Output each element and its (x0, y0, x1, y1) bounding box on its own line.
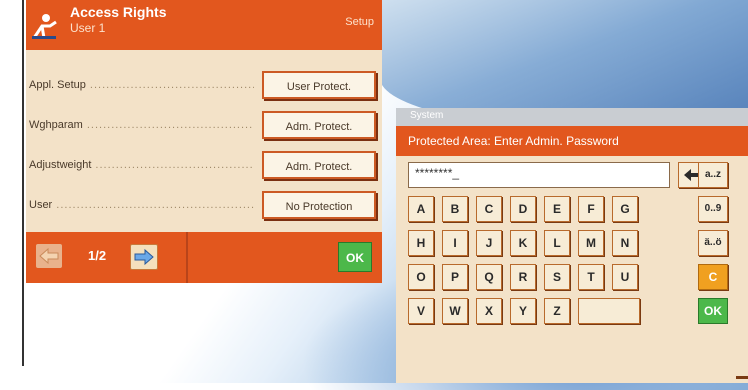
panel-footer: 1/2 OK (26, 232, 382, 283)
key-s[interactable]: S (544, 264, 570, 290)
key-v[interactable]: V (408, 298, 434, 324)
window-title-bar: System (396, 108, 748, 126)
key-q[interactable]: Q (476, 264, 502, 290)
key-b[interactable]: B (442, 196, 468, 222)
arrow-right-icon (134, 248, 154, 266)
access-rights-panel: Access Rights User 1 Setup Appl. Setup U… (26, 0, 382, 283)
panel-title: Access Rights (70, 4, 167, 20)
key-a[interactable]: A (408, 196, 434, 222)
key-j[interactable]: J (476, 230, 502, 256)
divider-line (22, 0, 24, 366)
protection-button[interactable]: User Protect. (262, 71, 376, 99)
clear-button[interactable]: C (698, 264, 728, 290)
key-r[interactable]: R (510, 264, 536, 290)
row-label: Adjustweight (29, 159, 254, 171)
numbers-key[interactable]: 0..9 (698, 196, 728, 222)
ok-button[interactable]: OK (338, 242, 372, 272)
key-c[interactable]: C (476, 196, 502, 222)
key-e[interactable]: E (544, 196, 570, 222)
page-indicator: 1/2 (88, 248, 107, 263)
protection-button[interactable]: Adm. Protect. (262, 151, 376, 179)
setup-label: Setup (345, 16, 374, 28)
window-title: System (410, 110, 444, 121)
space-key[interactable] (578, 298, 640, 324)
key-o[interactable]: O (408, 264, 434, 290)
key-z[interactable]: Z (544, 298, 570, 324)
key-m[interactable]: M (578, 230, 604, 256)
key-f[interactable]: F (578, 196, 604, 222)
list-item: Adjustweight Adm. Protect. (26, 146, 382, 186)
key-p[interactable]: P (442, 264, 468, 290)
key-i[interactable]: I (442, 230, 468, 256)
key-y[interactable]: Y (510, 298, 536, 324)
key-n[interactable]: N (612, 230, 638, 256)
previous-page-button[interactable] (36, 244, 62, 268)
list-item: Wghparam Adm. Protect. (26, 106, 382, 146)
protection-button[interactable]: No Protection (262, 191, 376, 219)
key-u[interactable]: U (612, 264, 638, 290)
key-l[interactable]: L (544, 230, 570, 256)
panel-subtitle: User 1 (70, 21, 106, 35)
list-item: User No Protection (26, 186, 382, 226)
access-rights-icon (30, 12, 60, 42)
key-d[interactable]: D (510, 196, 536, 222)
key-h[interactable]: H (408, 230, 434, 256)
list-item: Appl. Setup User Protect. (26, 66, 382, 106)
password-prompt: Protected Area: Enter Admin. Password (408, 134, 619, 148)
prompt-bar: Protected Area: Enter Admin. Password (396, 126, 748, 156)
protection-button[interactable]: Adm. Protect. (262, 111, 376, 139)
arrow-left-icon (39, 247, 59, 265)
lowercase-key[interactable]: a..z (698, 162, 728, 188)
key-x[interactable]: X (476, 298, 502, 324)
panel-header: Access Rights User 1 Setup (26, 0, 382, 50)
key-k[interactable]: K (510, 230, 536, 256)
footer-divider (186, 232, 188, 283)
panel-edge (736, 376, 748, 379)
password-input[interactable]: ********_ (408, 162, 670, 188)
key-w[interactable]: W (442, 298, 468, 324)
key-g[interactable]: G (612, 196, 638, 222)
special-chars-key[interactable]: ä..ö (698, 230, 728, 256)
keyboard-ok-button[interactable]: OK (698, 298, 728, 324)
password-keyboard-panel: System Protected Area: Enter Admin. Pass… (396, 108, 748, 383)
row-label: Appl. Setup (29, 79, 254, 91)
key-t[interactable]: T (578, 264, 604, 290)
row-label: Wghparam (29, 119, 254, 131)
next-page-button[interactable] (130, 244, 158, 270)
row-label: User (29, 199, 254, 211)
